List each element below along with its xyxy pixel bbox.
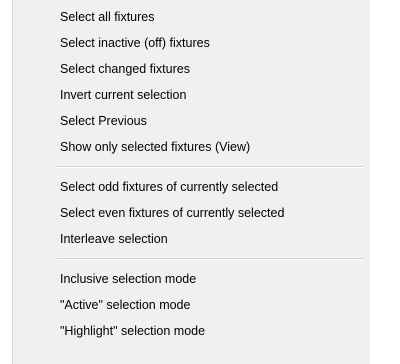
menu-item-active-mode[interactable]: "Active" selection mode	[13, 292, 370, 318]
menu-item-show-only-selected[interactable]: Show only selected fixtures (View)	[13, 134, 370, 160]
menu-item-select-inactive-fixtures[interactable]: Select inactive (off) fixtures	[13, 30, 370, 56]
menu-item-select-changed-fixtures[interactable]: Select changed fixtures	[13, 56, 370, 82]
selection-context-menu: Select all fixtures Select inactive (off…	[12, 0, 370, 364]
menu-item-inclusive-mode[interactable]: Inclusive selection mode	[13, 266, 370, 292]
menu-item-interleave-selection[interactable]: Interleave selection	[13, 226, 370, 252]
menu-item-select-even-fixtures[interactable]: Select even fixtures of currently select…	[13, 200, 370, 226]
menu-item-highlight-mode[interactable]: "Highlight" selection mode	[13, 318, 370, 344]
menu-item-invert-selection[interactable]: Invert current selection	[13, 82, 370, 108]
menu-item-select-previous[interactable]: Select Previous	[13, 108, 370, 134]
menu-separator	[57, 258, 364, 260]
menu-separator	[57, 166, 364, 168]
menu-item-select-all-fixtures[interactable]: Select all fixtures	[13, 4, 370, 30]
menu-item-select-odd-fixtures[interactable]: Select odd fixtures of currently selecte…	[13, 174, 370, 200]
